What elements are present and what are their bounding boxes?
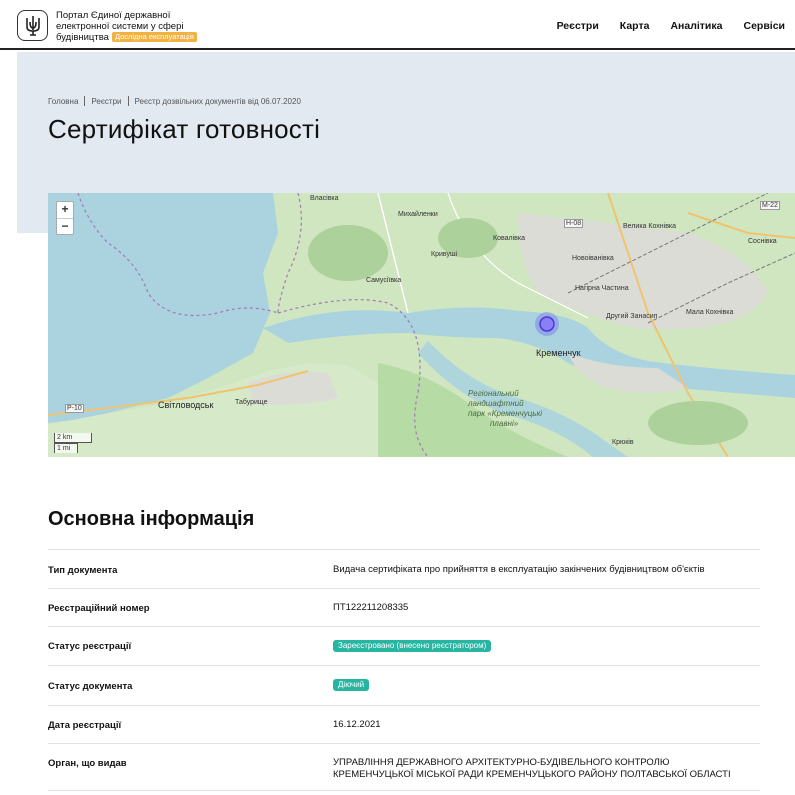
row-label: Дата реєстрації bbox=[48, 720, 122, 731]
info-row-reg-number: Реєстраційний номер ПТ122211208335 bbox=[48, 588, 760, 626]
map-label: Соснівка bbox=[748, 238, 777, 245]
map-label: Мала Кохнівка bbox=[686, 309, 734, 316]
breadcrumb: Головна Реєстри Реєстр дозвільних докуме… bbox=[48, 96, 301, 106]
row-value: ПТ122211208335 bbox=[333, 602, 409, 613]
map-label-city: Кременчук bbox=[536, 348, 581, 358]
info-row-doc-status: Статус документа Діючий bbox=[48, 665, 760, 705]
info-row-reg-status: Статус реєстрації Зареєстровано (внесено… bbox=[48, 626, 760, 665]
row-value: 16.12.2021 bbox=[333, 719, 381, 730]
map-label: Новоіванівка bbox=[572, 255, 614, 262]
map-zoom-control: + − bbox=[56, 201, 74, 235]
zoom-out-button[interactable]: − bbox=[57, 218, 73, 234]
map-label-park: парк «Кременчуцькі bbox=[468, 409, 543, 418]
nav-item-analytics[interactable]: Аналітика bbox=[670, 20, 722, 32]
page-title: Сертифікат готовності bbox=[48, 114, 321, 144]
map-label: Крюків bbox=[612, 439, 634, 446]
portal-brand[interactable]: Портал Єдиної державної електронної сист… bbox=[56, 10, 216, 43]
row-label: Орган, що видав bbox=[48, 758, 127, 769]
map-label-city: Світловодськ bbox=[158, 400, 214, 410]
trident-icon bbox=[25, 15, 40, 36]
road-shield: Н-08 bbox=[564, 219, 584, 228]
road-shield: М-22 bbox=[760, 201, 780, 210]
info-row-reg-date: Дата реєстрації 16.12.2021 bbox=[48, 705, 760, 743]
map-label: Другий Занасип bbox=[606, 313, 658, 320]
nav-item-map[interactable]: Карта bbox=[620, 20, 650, 32]
nav-item-services[interactable]: Сервіси bbox=[743, 20, 785, 32]
scale-km: 2 km bbox=[54, 433, 92, 443]
info-table: Тип документа Видача сертифіката про при… bbox=[48, 549, 760, 791]
location-map[interactable]: Власівка Михайленки Ковалівка Кривуші Са… bbox=[48, 193, 795, 457]
breadcrumb-separator bbox=[127, 96, 129, 106]
breadcrumb-current[interactable]: Реєстр дозвільних документів від 06.07.2… bbox=[135, 97, 301, 106]
map-label-park: ландшафтний bbox=[468, 399, 524, 408]
zoom-in-button[interactable]: + bbox=[57, 202, 73, 218]
map-tiles[interactable] bbox=[48, 193, 795, 457]
row-value: УПРАВЛІННЯ ДЕРЖАВНОГО АРХІТЕКТУРНО-БУДІВ… bbox=[333, 757, 753, 781]
map-scale: 2 km 1 mi bbox=[54, 433, 92, 453]
breadcrumb-separator bbox=[84, 96, 86, 106]
site-header: Портал Єдиної державної електронної сист… bbox=[0, 0, 795, 50]
map-label: Власівка bbox=[310, 195, 339, 202]
brand-line-1: Портал Єдиної державної bbox=[56, 10, 171, 21]
main-nav: Реєстри Карта Аналітика Сервіси bbox=[557, 20, 785, 32]
map-label-park: Регіональний bbox=[468, 389, 519, 398]
map-label: Нагірна Частина bbox=[575, 285, 629, 292]
row-value-wrap: Зареєстровано (внесено реєстратором) bbox=[333, 640, 753, 652]
breadcrumb-registries[interactable]: Реєстри bbox=[91, 97, 121, 106]
breadcrumb-home[interactable]: Головна bbox=[48, 97, 78, 106]
row-label: Тип документа bbox=[48, 565, 118, 576]
section-title: Основна інформація bbox=[48, 508, 255, 530]
coat-of-arms-logo[interactable] bbox=[17, 10, 48, 41]
road-shield: Р-10 bbox=[65, 404, 84, 413]
row-label: Статус документа bbox=[48, 681, 133, 692]
issuer-line-1: УПРАВЛІННЯ ДЕРЖАВНОГО АРХІТЕКТУРНО-БУДІВ… bbox=[333, 757, 670, 768]
row-label: Реєстраційний номер bbox=[48, 603, 150, 614]
map-label: Михайленки bbox=[398, 211, 438, 218]
issuer-line-2: КРЕМЕНЧУЦЬКОЇ МІСЬКОЇ РАДИ КРЕМЕНЧУЦЬКОГ… bbox=[333, 769, 731, 780]
beta-badge: Дослідна експлуатація bbox=[111, 32, 197, 42]
map-label: Ковалівка bbox=[493, 235, 525, 242]
row-value-wrap: Діючий bbox=[333, 679, 753, 691]
info-row-issuer: Орган, що видав УПРАВЛІННЯ ДЕРЖАВНОГО АР… bbox=[48, 743, 760, 791]
nav-item-registries[interactable]: Реєстри bbox=[557, 20, 599, 32]
row-value: Видача сертифіката про прийняття в експл… bbox=[333, 564, 705, 575]
brand-line-2: електронної системи у сфері bbox=[56, 21, 184, 32]
info-row-doc-type: Тип документа Видача сертифіката про при… bbox=[48, 549, 760, 588]
scale-mi: 1 mi bbox=[54, 443, 78, 453]
brand-line-3: будівництва bbox=[56, 32, 109, 43]
row-label: Статус реєстрації bbox=[48, 641, 132, 652]
location-marker[interactable] bbox=[539, 316, 555, 332]
map-label: Самусіївка bbox=[366, 277, 402, 284]
map-label: Табурище bbox=[235, 399, 268, 406]
status-badge: Діючий bbox=[333, 679, 370, 691]
map-label: Кривуші bbox=[431, 251, 458, 258]
status-badge: Зареєстровано (внесено реєстратором) bbox=[333, 640, 492, 652]
map-label: Велика Кохнівка bbox=[623, 223, 677, 230]
map-label-park: плавні» bbox=[490, 419, 519, 428]
